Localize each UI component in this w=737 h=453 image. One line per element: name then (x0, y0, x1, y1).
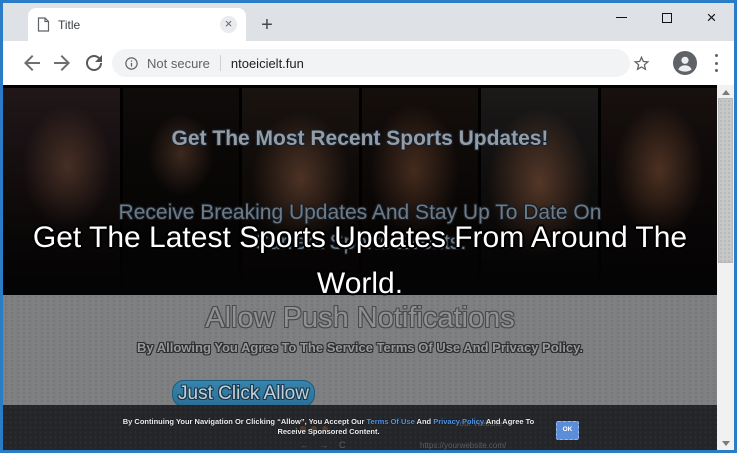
consent-footer-bar: Your Website ← → C https://yourwebsite.c… (3, 405, 717, 450)
scroll-down-icon (721, 440, 730, 446)
browser-tab[interactable]: Title × (28, 8, 246, 41)
tab-strip: Title × + × (3, 3, 734, 41)
forward-icon[interactable] (50, 51, 74, 75)
browser-toolbar: Not secure ntoeicielt.fun (3, 41, 734, 85)
scroll-up-button[interactable] (717, 85, 734, 99)
tab-close-icon[interactable]: × (220, 16, 237, 33)
info-icon[interactable] (124, 56, 139, 71)
fine-print-before: By Continuing Your Navigation Or Clickin… (122, 417, 367, 426)
back-icon[interactable] (20, 51, 44, 75)
minimize-icon (616, 17, 627, 18)
window-controls: × (599, 3, 734, 32)
url-text: ntoeicielt.fun (230, 55, 304, 71)
push-notification-panel: Allow Push Notifications By Allowing You… (3, 295, 717, 407)
scroll-down-button[interactable] (717, 436, 734, 450)
ghost-nav-icons: ← → C (300, 440, 350, 450)
refresh-icon[interactable] (82, 51, 106, 75)
close-button[interactable]: × (689, 3, 734, 32)
document-icon (37, 17, 50, 32)
maximize-button[interactable] (644, 3, 689, 32)
page-content: Get The Most Recent Sports Updates! Rece… (3, 85, 717, 450)
scrollbar-thumb[interactable] (718, 98, 733, 263)
browser-window: Title × + × Not secure ntoeicielt.fun Ge… (0, 0, 737, 453)
close-icon: × (706, 8, 717, 27)
ok-button[interactable]: OK (556, 421, 579, 440)
new-tab-button[interactable]: + (253, 12, 281, 40)
profile-avatar-icon[interactable] (673, 51, 697, 75)
tab-title: Title (58, 17, 81, 32)
allow-notifications-subtitle: By Allowing You Agree To The Service Ter… (137, 340, 583, 355)
terms-of-use-link[interactable]: Terms Of Use (367, 417, 415, 426)
menu-dots-icon[interactable] (712, 54, 720, 72)
just-click-allow-button[interactable]: Just Click Allow (172, 380, 315, 407)
page-viewport: Get The Most Recent Sports Updates! Rece… (3, 85, 734, 450)
consent-fine-print: By Continuing Your Navigation Or Clickin… (116, 417, 541, 437)
fine-print-between: And (414, 417, 434, 426)
url-divider (219, 55, 221, 71)
privacy-policy-link[interactable]: Privacy Policy (433, 417, 484, 426)
bookmark-star-icon[interactable] (632, 54, 651, 73)
security-label: Not secure (147, 55, 210, 71)
page-scrollbar[interactable] (717, 85, 734, 450)
scroll-up-icon (721, 89, 730, 95)
maximize-icon (661, 12, 672, 23)
minimize-button[interactable] (599, 3, 644, 32)
ghost-url-text: https://yourwebsite.com/ (420, 441, 507, 450)
main-headline: Get The Latest Sports Updates From Aroun… (32, 221, 688, 300)
address-bar[interactable]: Not secure ntoeicielt.fun (112, 49, 630, 77)
hero-tagline: Get The Most Recent Sports Updates! (171, 127, 549, 150)
